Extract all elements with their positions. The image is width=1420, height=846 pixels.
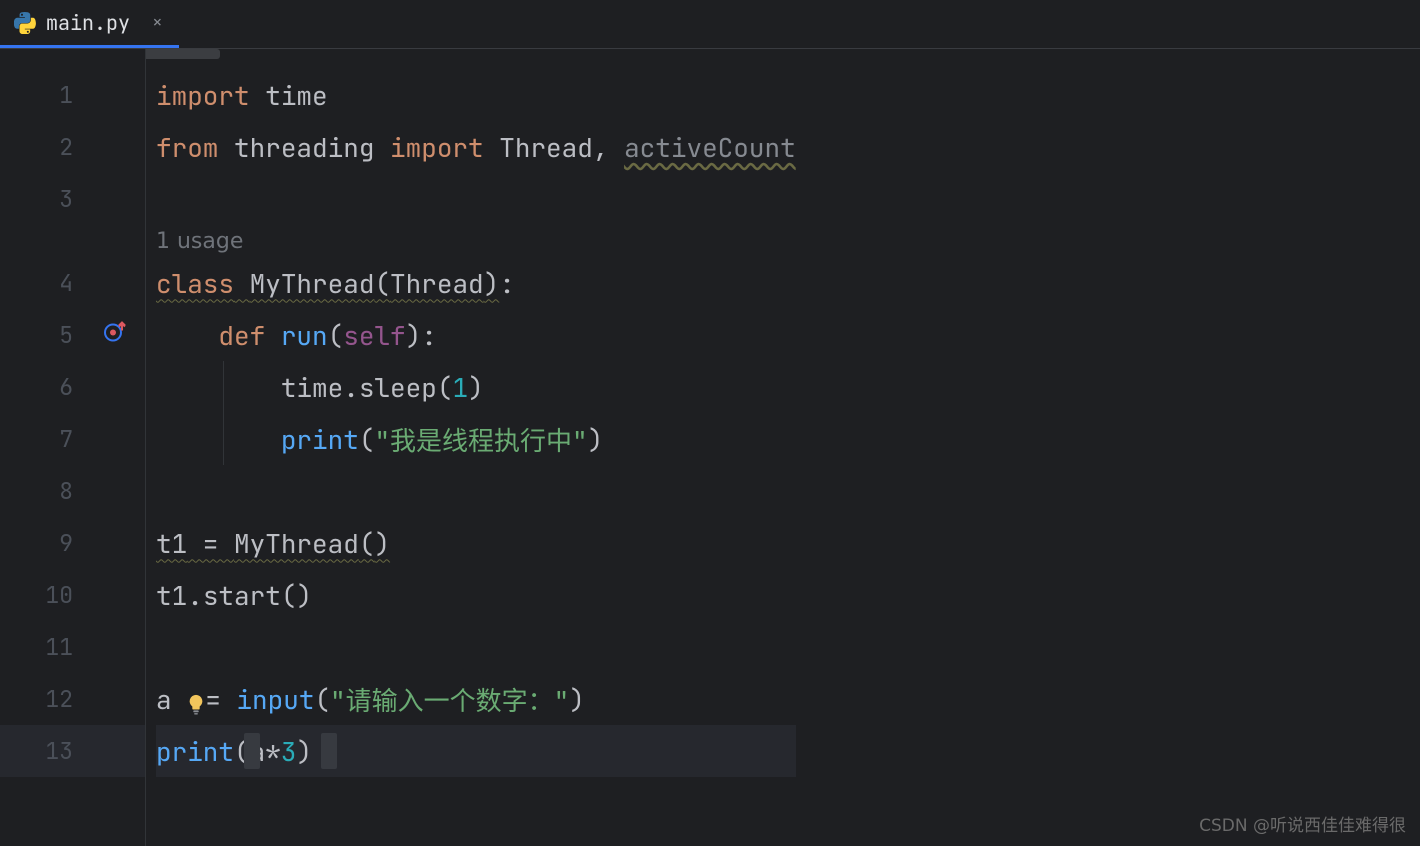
- module-threading: threading: [234, 130, 374, 165]
- string-literal: "我是线程执行中": [374, 421, 587, 458]
- code-line[interactable]: from threading import Thread, activeCoun…: [156, 121, 796, 173]
- line-number[interactable]: 6: [0, 361, 145, 413]
- line-number[interactable]: 9: [0, 517, 145, 569]
- keyword-import: import: [156, 78, 250, 113]
- line-number[interactable]: 5: [0, 309, 145, 361]
- usage-hint-gutter: [0, 225, 145, 257]
- code-line[interactable]: [156, 621, 796, 673]
- line-number[interactable]: 11: [0, 621, 145, 673]
- python-file-icon: [14, 12, 36, 34]
- var-t1: t1: [156, 526, 187, 561]
- literal-1: 1: [452, 370, 468, 405]
- watermark: CSDN @听说西佳佳难得很: [1199, 811, 1406, 836]
- code-line[interactable]: a = input("请输入一个数字："): [156, 673, 796, 725]
- keyword-import: import: [390, 130, 484, 165]
- keyword-from: from: [156, 130, 218, 165]
- file-tab[interactable]: main.py ×: [0, 0, 179, 48]
- line-number[interactable]: 2: [0, 121, 145, 173]
- class-mythread: MyThread: [250, 266, 375, 301]
- line-number[interactable]: 8: [0, 465, 145, 517]
- literal-3: 3: [281, 734, 297, 769]
- line-number[interactable]: 10: [0, 569, 145, 621]
- code-line[interactable]: [156, 465, 796, 517]
- close-tab-icon[interactable]: ×: [152, 11, 163, 34]
- editor-tabs: main.py ×: [0, 0, 1420, 49]
- string-literal: "请输入一个数字：": [330, 681, 569, 718]
- code-line[interactable]: def run(self):: [156, 309, 796, 361]
- line-number[interactable]: 1: [0, 69, 145, 121]
- class-thread: Thread: [499, 130, 593, 165]
- line-number[interactable]: 12: [0, 673, 145, 725]
- code-line[interactable]: class MyThread(Thread):: [156, 257, 796, 309]
- line-number[interactable]: 13: [0, 725, 145, 777]
- keyword-class: class: [156, 266, 234, 301]
- code-line[interactable]: [156, 173, 796, 225]
- tab-filename: main.py: [46, 10, 130, 36]
- code-line[interactable]: print("我是线程执行中"): [156, 413, 796, 465]
- usage-hint[interactable]: 1 usage: [156, 225, 796, 257]
- keyword-def: def: [218, 318, 265, 353]
- var-a: a: [156, 682, 172, 717]
- fn-input: input: [236, 682, 314, 717]
- code-line[interactable]: time.sleep(1): [156, 361, 796, 413]
- gutter: 1 2 3 4 5 6 7 8 9 10 11 12 13: [0, 49, 146, 846]
- line-number[interactable]: 7: [0, 413, 145, 465]
- fn-print: print: [156, 734, 234, 769]
- code-line[interactable]: t1.start(): [156, 569, 796, 621]
- fn-sleep: sleep: [359, 370, 437, 405]
- param-self: self: [343, 318, 405, 353]
- fn-print: print: [281, 422, 359, 457]
- fn-start: start: [203, 578, 281, 613]
- code-line[interactable]: t1 = MyThread(): [156, 517, 796, 569]
- code-editor[interactable]: 1 2 3 4 5 6 7 8 9 10 11 12 13 im: [0, 49, 1420, 846]
- code-area[interactable]: import time from threading import Thread…: [146, 49, 796, 846]
- code-line[interactable]: print(a*3): [156, 725, 796, 777]
- fn-activecount: activeCount: [624, 130, 796, 165]
- intention-bulb-icon[interactable]: [185, 688, 207, 710]
- fn-run: run: [281, 318, 328, 353]
- line-number[interactable]: 3: [0, 173, 145, 225]
- module-time: time: [265, 78, 327, 113]
- code-line[interactable]: import time: [156, 69, 796, 121]
